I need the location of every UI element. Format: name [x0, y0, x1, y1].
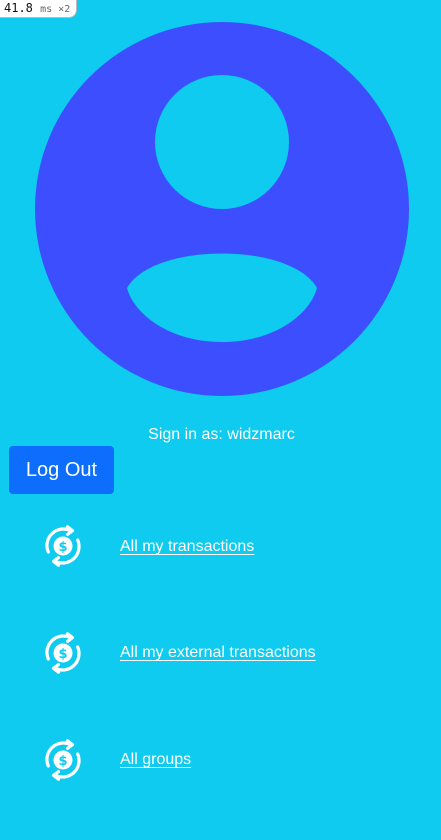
svg-text:$: $ [58, 647, 67, 662]
perf-value: 41.8 [4, 1, 33, 15]
user-circle-icon [35, 22, 409, 396]
perf-badge: 41.8 ms ×2 [0, 0, 78, 18]
exchange-dollar-icon: $ [45, 525, 81, 567]
svg-text:$: $ [58, 754, 67, 769]
nav-link-groups[interactable]: All groups [120, 750, 191, 769]
username: widzmarc [227, 426, 295, 443]
avatar-head [155, 75, 289, 209]
nav-item-external-transactions: $ All my external transactions [0, 623, 441, 683]
profile-page: 41.8 ms ×2 Sign in as: widzmarc Log Out … [0, 0, 441, 840]
nav-item-groups: $ All groups [0, 730, 441, 790]
logout-button[interactable]: Log Out [9, 446, 114, 494]
perf-unit: ms ×2 [40, 4, 71, 15]
signin-prefix: Sign in as: [148, 426, 228, 443]
nav-link-transactions[interactable]: All my transactions [120, 537, 254, 556]
exchange-dollar-icon: $ [45, 632, 81, 674]
nav-link-external-transactions[interactable]: All my external transactions [120, 643, 316, 662]
svg-text:$: $ [58, 540, 67, 555]
signin-status: Sign in as: widzmarc [0, 425, 441, 444]
nav-item-transactions: $ All my transactions [0, 517, 441, 577]
exchange-dollar-icon: $ [45, 739, 81, 781]
